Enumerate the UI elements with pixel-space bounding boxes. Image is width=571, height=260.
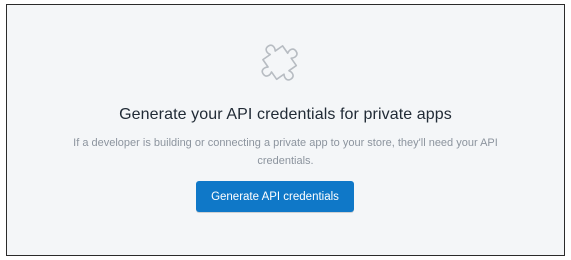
empty-state-card: Generate your API credentials for privat… bbox=[6, 4, 565, 256]
empty-state-description: If a developer is building or connecting… bbox=[73, 137, 498, 167]
icon-container bbox=[7, 31, 564, 95]
generate-api-credentials-button[interactable]: Generate API credentials bbox=[196, 181, 354, 212]
empty-state-heading: Generate your API credentials for privat… bbox=[119, 106, 452, 123]
puzzle-piece-icon bbox=[260, 44, 298, 81]
